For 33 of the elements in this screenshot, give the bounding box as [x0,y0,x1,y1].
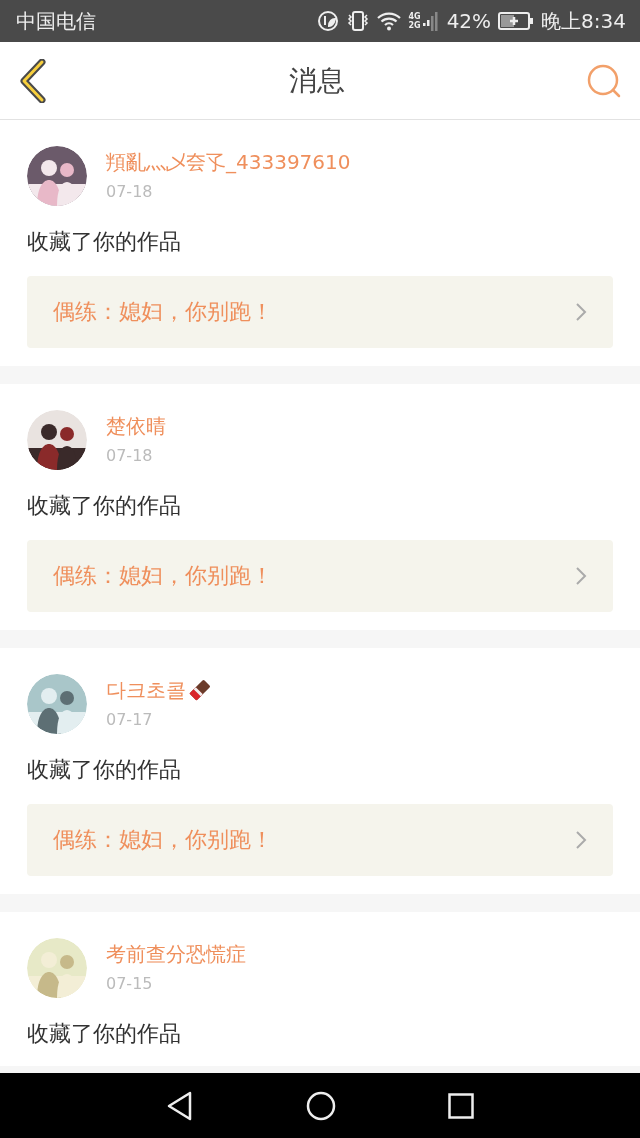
message-date: 07-15 [106,974,154,994]
recents-nav-button[interactable] [448,1092,474,1119]
message-text: 收藏了你的作品 [27,492,182,520]
message-date: 07-18 [106,182,154,202]
leaf-badge-icon [317,10,340,32]
message-text: 收藏了你的作品 [27,1020,182,1048]
message-date: 07-17 [106,710,154,730]
signal-icon [421,11,440,31]
carrier-name: 中国电信 [16,7,96,35]
wifi-icon [377,11,402,31]
username: 頖亂灬乄夽孓_433397610 [106,150,351,174]
back-nav-button[interactable] [166,1090,194,1121]
chevron-right-icon [575,302,587,322]
clock-time: 晚上8:34 [541,7,626,35]
message-date: 07-18 [106,446,154,466]
network-type: 4G [408,12,421,21]
home-nav-button[interactable] [306,1090,336,1121]
username: 다크초콜 [106,678,186,702]
username: 考前查分恐慌症 [106,942,246,966]
work-link[interactable]: 偶练：媳妇，你别跑！ [27,540,613,612]
page-title: 消息 [289,62,345,99]
chevron-right-icon [575,566,587,586]
battery-charging-icon [498,12,535,30]
work-link[interactable]: 偶练：媳妇，你别跑！ [27,804,613,876]
vibrate-icon [346,10,371,32]
back-button[interactable] [18,58,48,103]
username: 楚依晴 [106,414,166,438]
message-text: 收藏了你的作品 [27,228,182,256]
chevron-right-icon [575,830,587,850]
message-text: 收藏了你的作品 [27,756,182,784]
battery-percent: 42% [446,9,492,33]
work-link[interactable]: 偶练：媳妇，你别跑！ [27,276,613,348]
network-type: 2G [408,21,421,30]
